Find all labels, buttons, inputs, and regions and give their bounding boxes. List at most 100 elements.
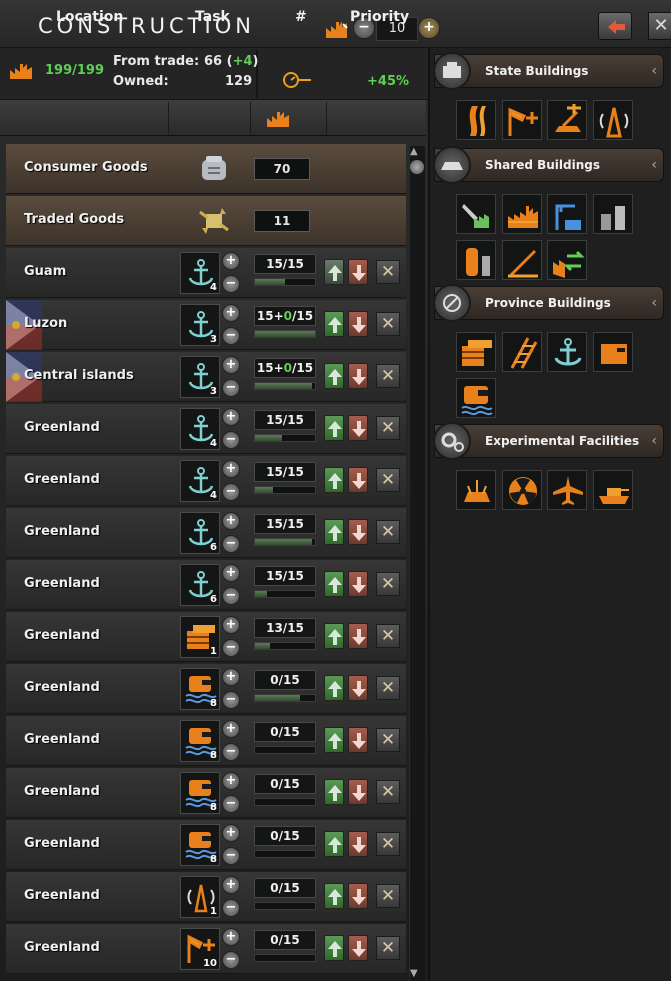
cancel-button[interactable]: ✕: [376, 624, 400, 648]
queue-row[interactable]: Greenland 8 + − 0/15 ✕: [6, 820, 406, 870]
dockyard-icon[interactable]: [547, 194, 587, 234]
add-factory-button[interactable]: +: [222, 772, 240, 790]
add-factory-button[interactable]: +: [222, 252, 240, 270]
move-up-button[interactable]: [324, 727, 344, 753]
cancel-button[interactable]: ✕: [376, 676, 400, 700]
move-down-button[interactable]: [348, 519, 368, 545]
cancel-button[interactable]: ✕: [376, 364, 400, 388]
infrastructure-icon[interactable]: [456, 100, 496, 140]
cancel-button[interactable]: ✕: [376, 312, 400, 336]
move-up-button[interactable]: [324, 311, 344, 337]
move-up-button[interactable]: [324, 623, 344, 649]
increase-max-button[interactable]: +: [418, 17, 440, 39]
remove-factory-button[interactable]: −: [222, 587, 240, 605]
column-location[interactable]: Location: [56, 9, 123, 25]
fuel-silo-icon[interactable]: [456, 240, 496, 280]
military-factory-icon[interactable]: [502, 194, 542, 234]
move-up-button[interactable]: [324, 363, 344, 389]
move-up-button[interactable]: [324, 571, 344, 597]
move-down-button[interactable]: [348, 883, 368, 909]
cancel-button[interactable]: ✕: [376, 728, 400, 752]
remove-factory-button[interactable]: −: [222, 379, 240, 397]
experimental-facilities-header[interactable]: Experimental Facilities ‹: [433, 422, 664, 460]
queue-row[interactable]: Greenland 6 + − 15/15 ✕: [6, 508, 406, 558]
remove-factory-button[interactable]: −: [222, 795, 240, 813]
naval-headquarters-icon[interactable]: [456, 378, 496, 418]
scrollbar[interactable]: [409, 146, 425, 981]
add-factory-button[interactable]: +: [222, 668, 240, 686]
radar-station-icon[interactable]: [593, 100, 633, 140]
queue-row[interactable]: Central islands 3 + − 15+0/15 ✕: [6, 352, 406, 402]
add-factory-button[interactable]: +: [222, 408, 240, 426]
move-down-button[interactable]: [348, 779, 368, 805]
add-factory-button[interactable]: +: [222, 304, 240, 322]
queue-row[interactable]: Greenland 8 + − 0/15 ✕: [6, 664, 406, 714]
queue-row[interactable]: Greenland 4 + − 15/15 ✕: [6, 456, 406, 506]
add-factory-button[interactable]: +: [222, 356, 240, 374]
move-down-button[interactable]: [348, 831, 368, 857]
move-down-button[interactable]: [348, 311, 368, 337]
cancel-button[interactable]: ✕: [376, 520, 400, 544]
cancel-button[interactable]: ✕: [376, 416, 400, 440]
queue-row[interactable]: Greenland 1 + − 13/15 ✕: [6, 612, 406, 662]
supply-hub-icon[interactable]: [456, 332, 496, 372]
move-down-button[interactable]: [348, 571, 368, 597]
add-factory-button[interactable]: +: [222, 876, 240, 894]
land-facility-icon[interactable]: [456, 470, 496, 510]
cancel-button[interactable]: ✕: [376, 884, 400, 908]
queue-row[interactable]: Greenland 4 + − 15/15 ✕: [6, 404, 406, 454]
back-button[interactable]: [598, 12, 632, 40]
queue-row[interactable]: Greenland 1 + − 0/15 ✕: [6, 872, 406, 922]
move-up-button[interactable]: [324, 415, 344, 441]
add-factory-button[interactable]: +: [222, 564, 240, 582]
column-task[interactable]: Task: [195, 9, 230, 25]
scroll-up-icon[interactable]: ▲: [410, 146, 418, 157]
civilian-factory-icon[interactable]: [456, 194, 496, 234]
add-factory-button[interactable]: +: [222, 824, 240, 842]
anti-air-icon[interactable]: [547, 100, 587, 140]
move-down-button[interactable]: [348, 259, 368, 285]
add-factory-button[interactable]: +: [222, 460, 240, 478]
move-down-button[interactable]: [348, 675, 368, 701]
remove-factory-button[interactable]: −: [222, 951, 240, 969]
add-factory-button[interactable]: +: [222, 512, 240, 530]
cancel-button[interactable]: ✕: [376, 780, 400, 804]
move-down-button[interactable]: [348, 935, 368, 961]
state-buildings-header[interactable]: State Buildings ‹: [433, 52, 664, 90]
queue-row[interactable]: Luzon 3 + − 15+0/15 ✕: [6, 300, 406, 350]
cancel-button[interactable]: ✕: [376, 572, 400, 596]
remove-factory-button[interactable]: −: [222, 535, 240, 553]
cancel-button[interactable]: ✕: [376, 468, 400, 492]
remove-factory-button[interactable]: −: [222, 743, 240, 761]
move-up-button[interactable]: [324, 467, 344, 493]
shared-buildings-header[interactable]: Shared Buildings ‹: [433, 146, 664, 184]
move-down-button[interactable]: [348, 623, 368, 649]
add-factory-button[interactable]: +: [222, 616, 240, 634]
railway-icon[interactable]: [502, 332, 542, 372]
add-factory-button[interactable]: +: [222, 720, 240, 738]
remove-factory-button[interactable]: −: [222, 691, 240, 709]
rocket-site-icon[interactable]: [502, 240, 542, 280]
move-down-button[interactable]: [348, 467, 368, 493]
cancel-button[interactable]: ✕: [376, 936, 400, 960]
move-down-button[interactable]: [348, 363, 368, 389]
queue-row[interactable]: Greenland 8 + − 0/15 ✕: [6, 768, 406, 818]
column-priority[interactable]: Priority: [350, 9, 409, 25]
queue-row[interactable]: Greenland 6 + − 15/15 ✕: [6, 560, 406, 610]
move-up-button[interactable]: [324, 831, 344, 857]
trade-factory-icon[interactable]: [547, 240, 587, 280]
column-factories[interactable]: #: [295, 9, 307, 25]
coastal-fort-icon[interactable]: [593, 332, 633, 372]
scroll-down-icon[interactable]: ▼: [410, 968, 418, 979]
move-up-button[interactable]: [324, 519, 344, 545]
close-button[interactable]: ✕: [648, 12, 671, 40]
naval-base-icon[interactable]: [547, 332, 587, 372]
air-base-icon[interactable]: [502, 100, 542, 140]
nuclear-facility-icon[interactable]: [502, 470, 542, 510]
add-factory-button[interactable]: +: [222, 928, 240, 946]
move-up-button[interactable]: [324, 779, 344, 805]
remove-factory-button[interactable]: −: [222, 639, 240, 657]
move-down-button[interactable]: [348, 415, 368, 441]
scrollbar-thumb[interactable]: [410, 160, 424, 174]
cancel-button[interactable]: ✕: [376, 832, 400, 856]
